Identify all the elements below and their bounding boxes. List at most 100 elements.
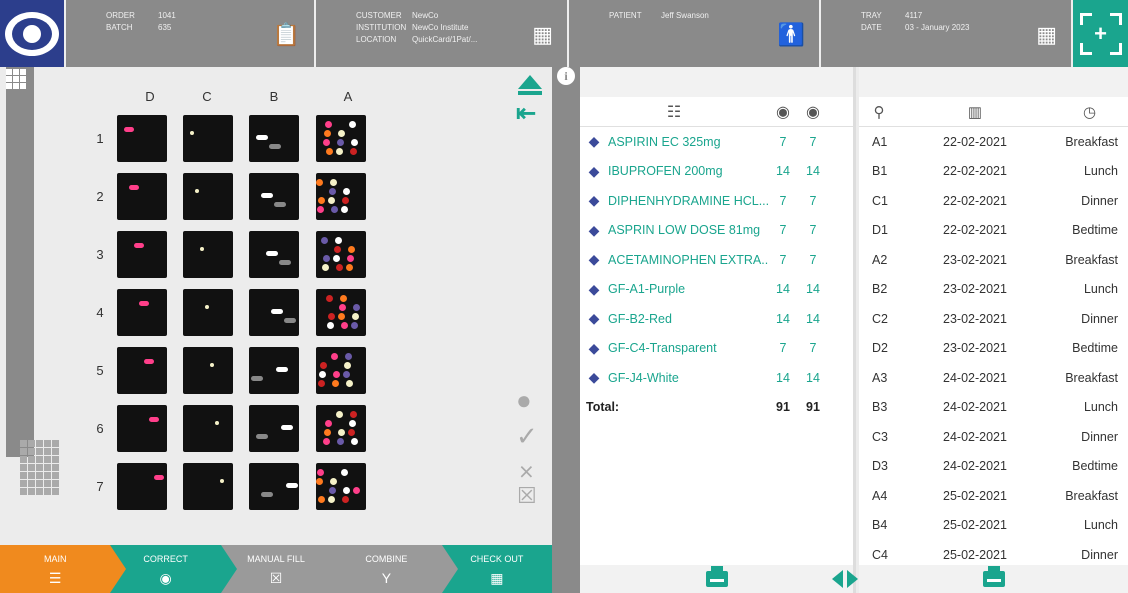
pill bbox=[324, 429, 331, 436]
tray-cell-a1[interactable] bbox=[316, 115, 366, 162]
schedule-row[interactable]: A3 24-02-2021 Breakfast bbox=[859, 363, 1128, 393]
tray-cell-a4[interactable] bbox=[316, 289, 366, 336]
pill bbox=[279, 260, 291, 265]
column-header-d: D bbox=[145, 89, 155, 104]
medication-row[interactable]: ◆ GF-B2-Red 14 14 bbox=[580, 304, 853, 334]
tray-cell-c6[interactable] bbox=[183, 405, 233, 452]
schedule-date: 23-02-2021 bbox=[943, 282, 1007, 297]
tray-view: D C B A 1 2 3 4 5 6 7 ⇤ ● ✓ ⨯ ☒ bbox=[0, 67, 552, 545]
tray-cell-d4[interactable] bbox=[117, 289, 167, 336]
medication-row[interactable]: ◆ GF-J4-White 14 14 bbox=[580, 363, 853, 393]
tray-cell-d7[interactable] bbox=[117, 463, 167, 510]
medication-row[interactable]: ◆ GF-A1-Purple 14 14 bbox=[580, 275, 853, 305]
building-icon[interactable]: ▦ bbox=[532, 22, 553, 48]
tray-grid-icon[interactable] bbox=[20, 440, 59, 495]
tray-cell-c2[interactable] bbox=[183, 173, 233, 220]
medication-row[interactable]: ◆ ACETAMINOPHEN EXTRA... 7 7 bbox=[580, 245, 853, 275]
tray-cell-b3[interactable] bbox=[249, 231, 299, 278]
schedule-row[interactable]: A2 23-02-2021 Breakfast bbox=[859, 245, 1128, 275]
medication-row[interactable]: ◆ ASPRIN LOW DOSE 81mg 7 7 bbox=[580, 216, 853, 246]
tray-cell-d6[interactable] bbox=[117, 405, 167, 452]
schedule-cell: B2 bbox=[872, 282, 888, 297]
tray-cell-c1[interactable] bbox=[183, 115, 233, 162]
tray-cell-c3[interactable] bbox=[183, 231, 233, 278]
schedule-row[interactable]: A4 25-02-2021 Breakfast bbox=[859, 481, 1128, 511]
tray-cell-b1[interactable] bbox=[249, 115, 299, 162]
schedule-row[interactable]: C2 23-02-2021 Dinner bbox=[859, 304, 1128, 334]
pill bbox=[338, 429, 345, 436]
schedule-row[interactable]: C3 24-02-2021 Dinner bbox=[859, 422, 1128, 452]
medications-list: ◆ ASPIRIN EC 325mg 7 7 ◆ IBUPROFEN 200mg 14 14 ◆… bbox=[580, 127, 853, 393]
reject-basket-icon[interactable]: ⨯ bbox=[518, 459, 535, 484]
clipboard-icon[interactable]: 📋 bbox=[273, 22, 300, 48]
print-medications-button[interactable] bbox=[580, 565, 853, 593]
tray-section: TRAY 4117 DATE 03 - January 2023 ▦ bbox=[821, 0, 1073, 67]
schedule-row[interactable]: B4 25-02-2021 Lunch bbox=[859, 511, 1128, 541]
tray-cell-a7[interactable] bbox=[316, 463, 366, 510]
comment-icon[interactable]: ● bbox=[516, 385, 532, 416]
scan-button[interactable]: + bbox=[1073, 0, 1128, 67]
nav-step-manual-fill[interactable]: MANUAL FILL ☒ bbox=[220, 545, 348, 593]
schedule-row[interactable]: D2 23-02-2021 Bedtime bbox=[859, 334, 1128, 364]
pill bbox=[318, 197, 325, 204]
check-basket-icon[interactable]: ✓ bbox=[516, 421, 538, 452]
pill bbox=[336, 264, 343, 271]
person-icon[interactable]: 🚹 bbox=[778, 22, 805, 48]
pill bbox=[317, 469, 324, 476]
medication-row[interactable]: ◆ DIPHENHYDRAMINE HCL... 7 7 bbox=[580, 186, 853, 216]
schedule-row[interactable]: B3 24-02-2021 Lunch bbox=[859, 393, 1128, 423]
tray-cell-d3[interactable] bbox=[117, 231, 167, 278]
tray-cell-b5[interactable] bbox=[249, 347, 299, 394]
tray-cell-d2[interactable] bbox=[117, 173, 167, 220]
app-logo[interactable] bbox=[0, 0, 66, 67]
pill bbox=[335, 237, 342, 244]
medication-row[interactable]: ◆ GF-C4-Transparent 7 7 bbox=[580, 334, 853, 364]
tray-cell-a3[interactable] bbox=[316, 231, 366, 278]
tray-cell-a2[interactable] bbox=[316, 173, 366, 220]
pill bbox=[320, 362, 327, 369]
tray-cell-b4[interactable] bbox=[249, 289, 299, 336]
schedule-row[interactable]: A1 22-02-2021 Breakfast bbox=[859, 127, 1128, 157]
tray-cell-a5[interactable] bbox=[316, 347, 366, 394]
schedule-cell: C1 bbox=[872, 193, 888, 208]
previous-arrow-icon[interactable] bbox=[832, 570, 843, 588]
panel-pager bbox=[832, 570, 858, 588]
tray-cell-c4[interactable] bbox=[183, 289, 233, 336]
nav-step-correct[interactable]: CORRECT ◉ bbox=[110, 545, 237, 593]
tray-cell-c7[interactable] bbox=[183, 463, 233, 510]
tray-cell-c5[interactable] bbox=[183, 347, 233, 394]
tray-cell-b7[interactable] bbox=[249, 463, 299, 510]
schedule-row[interactable]: B2 23-02-2021 Lunch bbox=[859, 275, 1128, 305]
schedule-time: Lunch bbox=[1083, 400, 1118, 415]
pill bbox=[340, 295, 347, 302]
nav-step-combine[interactable]: COMBINE Y bbox=[331, 545, 458, 593]
schedule-time: Breakfast bbox=[1065, 252, 1118, 267]
tray-cell-d1[interactable] bbox=[117, 115, 167, 162]
info-icon[interactable]: i bbox=[557, 67, 575, 85]
grid-view-icon[interactable] bbox=[6, 69, 26, 89]
tray-cell-a6[interactable] bbox=[316, 405, 366, 452]
calendar-grid-icon[interactable]: ▦ bbox=[1036, 22, 1057, 48]
tray-cell-b6[interactable] bbox=[249, 405, 299, 452]
medication-row[interactable]: ◆ ASPIRIN EC 325mg 7 7 bbox=[580, 127, 853, 157]
schedule-row[interactable]: D3 24-02-2021 Bedtime bbox=[859, 452, 1128, 482]
schedule-time: Dinner bbox=[1081, 547, 1118, 562]
tray-cell-d5[interactable] bbox=[117, 347, 167, 394]
pill bbox=[322, 264, 329, 271]
nav-step-main[interactable]: MAIN ☰ bbox=[0, 545, 127, 593]
schedule-row[interactable]: B1 22-02-2021 Lunch bbox=[859, 157, 1128, 187]
schedule-cell: C2 bbox=[872, 311, 888, 326]
schedule-row[interactable]: C1 22-02-2021 Dinner bbox=[859, 186, 1128, 216]
eject-icon[interactable] bbox=[518, 75, 542, 89]
schedule-row[interactable]: D1 22-02-2021 Bedtime bbox=[859, 216, 1128, 246]
print-schedule-button[interactable] bbox=[859, 565, 1128, 593]
next-arrow-icon[interactable] bbox=[847, 570, 858, 588]
schedule-time: Bedtime bbox=[1072, 459, 1118, 474]
collapse-left-icon[interactable]: ⇤ bbox=[516, 99, 536, 128]
tray-cell-b2[interactable] bbox=[249, 173, 299, 220]
medication-row[interactable]: ◆ IBUPROFEN 200mg 14 14 bbox=[580, 157, 853, 187]
medication-count: 14 bbox=[776, 311, 790, 326]
medication-name: ASPRIN LOW DOSE 81mg bbox=[608, 223, 761, 238]
nav-step-check-out[interactable]: CHECK OUT ▦ bbox=[441, 545, 553, 593]
cancel-grid-icon[interactable]: ☒ bbox=[517, 483, 537, 509]
